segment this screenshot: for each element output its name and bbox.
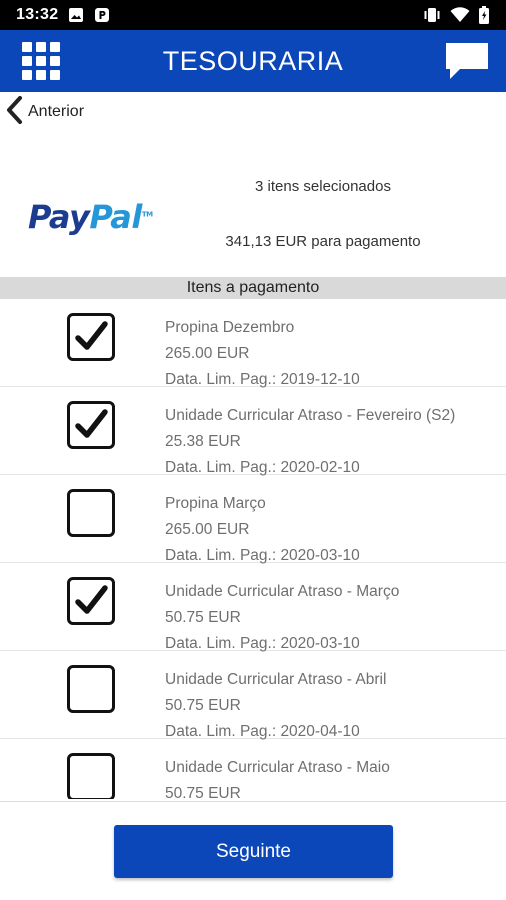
page-title: TESOURARIA xyxy=(162,45,344,76)
chat-icon[interactable] xyxy=(444,41,490,81)
item-checkbox[interactable] xyxy=(67,313,115,361)
footer-divider xyxy=(0,801,506,802)
item-checkbox[interactable] xyxy=(67,401,115,449)
item-amount: 265.00 EUR xyxy=(165,521,250,538)
next-button[interactable]: Seguinte xyxy=(114,825,393,878)
chevron-left-icon xyxy=(6,95,24,129)
item-amount: 25.38 EUR xyxy=(165,433,241,450)
item-title: Unidade Curricular Atraso - Março xyxy=(165,583,400,600)
paypal-logo: PayPalTM xyxy=(28,198,153,236)
item-checkbox[interactable] xyxy=(67,665,115,713)
item-checkbox[interactable] xyxy=(67,489,115,537)
item-details: Propina Dezembro 265.00 EUR Data. Lim. P… xyxy=(165,315,360,393)
item-details: Unidade Curricular Atraso - Abril 50.75 … xyxy=(165,667,386,745)
selected-items-summary: 3 itens selecionados xyxy=(255,178,391,195)
list-item[interactable]: Unidade Curricular Atraso - Março 50.75 … xyxy=(0,563,506,652)
checkmark-icon xyxy=(75,585,108,614)
battery-icon xyxy=(478,6,490,24)
item-title: Unidade Curricular Atraso - Abril xyxy=(165,671,387,688)
back-label: Anterior xyxy=(28,103,85,120)
item-amount: 265.00 EUR xyxy=(165,345,250,362)
list-item[interactable]: Propina Dezembro 265.00 EUR Data. Lim. P… xyxy=(0,299,506,388)
wifi-icon xyxy=(450,7,470,23)
checkmark-icon xyxy=(75,321,108,350)
app-bar: TESOURARIA xyxy=(0,30,506,92)
item-amount: 50.75 EUR xyxy=(165,697,241,714)
item-title: Propina Dezembro xyxy=(165,319,295,336)
item-amount: 50.75 EUR xyxy=(165,785,241,799)
item-details: Propina Março 265.00 EUR Data. Lim. Pag.… xyxy=(165,491,360,569)
item-details: Unidade Curricular Atraso - Maio 50.75 E… xyxy=(165,755,390,799)
item-title: Propina Março xyxy=(165,495,266,512)
list-item[interactable]: Propina Março 265.00 EUR Data. Lim. Pag.… xyxy=(0,475,506,564)
status-time: 13:32 xyxy=(16,6,59,23)
list-item[interactable]: Unidade Curricular Atraso - Fevereiro (S… xyxy=(0,387,506,476)
item-checkbox[interactable] xyxy=(67,577,115,625)
item-title: Unidade Curricular Atraso - Fevereiro (S… xyxy=(165,407,456,424)
item-details: Unidade Curricular Atraso - Fevereiro (S… xyxy=(165,403,455,481)
item-title: Unidade Curricular Atraso - Maio xyxy=(165,759,390,776)
back-link[interactable]: Anterior xyxy=(6,95,85,129)
item-details: Unidade Curricular Atraso - Março 50.75 … xyxy=(165,579,399,657)
parking-icon xyxy=(94,7,110,23)
list-item[interactable]: Unidade Curricular Atraso - Abril 50.75 … xyxy=(0,651,506,740)
vibrate-icon xyxy=(422,7,442,23)
payment-items-list[interactable]: Propina Dezembro 265.00 EUR Data. Lim. P… xyxy=(0,299,506,799)
status-bar-right xyxy=(422,6,490,24)
status-bar: 13:32 xyxy=(0,0,506,30)
list-section-header: Itens a pagamento xyxy=(0,277,506,299)
checkmark-icon xyxy=(75,409,108,438)
status-bar-left: 13:32 xyxy=(16,6,110,24)
item-checkbox[interactable] xyxy=(67,753,115,799)
payment-amount-summary: 341,13 EUR para pagamento xyxy=(225,233,421,250)
list-item[interactable]: Unidade Curricular Atraso - Maio 50.75 E… xyxy=(0,739,506,799)
item-amount: 50.75 EUR xyxy=(165,609,241,626)
image-icon xyxy=(68,7,84,23)
